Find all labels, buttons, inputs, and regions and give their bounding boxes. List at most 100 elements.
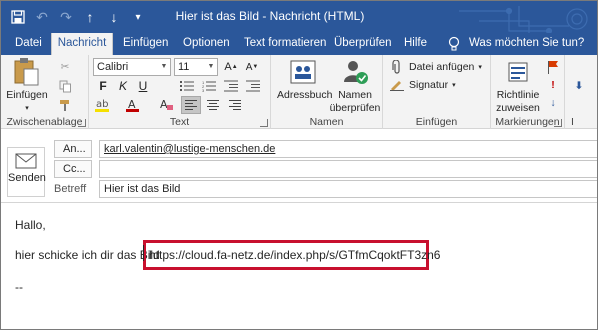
tab-hilfe[interactable]: Hilfe: [402, 33, 429, 55]
align-right-button[interactable]: [225, 96, 245, 114]
tab-ueberpruefen[interactable]: Überprüfen: [332, 33, 394, 55]
tags-group: Richtlinie zuweisen ! ↓ Markierungen: [491, 55, 565, 129]
tab-optionen[interactable]: Optionen: [181, 33, 232, 55]
tab-nachricht[interactable]: Nachricht: [51, 33, 113, 55]
chevron-down-icon: ▾: [25, 105, 29, 112]
paste-button[interactable]: Einfügen ▾: [5, 57, 49, 115]
message-body[interactable]: Hallo, hier schicke ich dir das Bild htt…: [1, 204, 597, 329]
grow-font-button[interactable]: A ▲: [221, 58, 241, 76]
text-group-label: Text: [169, 116, 190, 128]
assign-policy-button[interactable]: Richtlinie zuweisen: [495, 57, 541, 115]
to-button[interactable]: An...: [54, 140, 92, 158]
overflow-group: ⬇ I: [565, 55, 597, 129]
tags-launcher[interactable]: [554, 119, 562, 127]
subject-label: Betreff: [54, 183, 87, 195]
tab-einfuegen[interactable]: Einfügen: [121, 33, 170, 55]
low-importance-button[interactable]: ↓: [545, 94, 565, 112]
clear-formatting-button[interactable]: A: [157, 96, 177, 114]
scissors-icon: ✂: [60, 61, 70, 73]
align-center-button[interactable]: [203, 96, 223, 114]
chevron-down-icon: ▼: [207, 63, 215, 70]
to-field[interactable]: karl.valentin@lustige-menschen.de: [99, 140, 597, 158]
cc-field[interactable]: [99, 160, 597, 178]
more-icon: ⬇: [574, 80, 584, 92]
names-group: Adressbuch Namen überprüfen Namen: [271, 55, 383, 129]
title-bar: ↶ ↷ ↑ ↓ ▾ Hier ist das Bild - Nachricht …: [1, 1, 597, 47]
underline-button[interactable]: U: [133, 77, 153, 95]
eraser-icon: A: [160, 98, 173, 111]
text-launcher[interactable]: [260, 119, 268, 127]
svg-text:A: A: [160, 98, 168, 111]
address-book-icon: [287, 57, 319, 87]
align-left-button[interactable]: [181, 96, 201, 114]
overflow-group-label: I: [571, 116, 574, 128]
high-importance-button[interactable]: !: [545, 76, 565, 94]
bullets-button[interactable]: [177, 77, 197, 95]
bold-button[interactable]: F: [93, 77, 113, 95]
text-cursor: [143, 245, 144, 261]
down-arrow-icon: ↓: [550, 97, 556, 109]
attach-file-button[interactable]: Datei anfügen ▾: [389, 58, 482, 76]
font-color-button[interactable]: A: [123, 96, 143, 114]
font-name-combo[interactable]: Calibri ▼: [93, 58, 171, 76]
flag-icon: [545, 59, 561, 75]
greeting-text: Hallo,: [15, 218, 46, 232]
font-size-combo[interactable]: 11 ▼: [174, 58, 218, 76]
paste-icon: [11, 57, 43, 87]
overflow-button[interactable]: ⬇: [571, 77, 591, 95]
font-color-icon: A: [126, 98, 139, 112]
align-right-icon: [229, 99, 241, 110]
highlighter-icon: ab: [95, 99, 109, 112]
bullet-list-icon: [180, 81, 194, 91]
send-button[interactable]: Senden: [7, 147, 46, 197]
align-left-icon: [185, 99, 197, 110]
cut-button[interactable]: ✂: [57, 58, 77, 76]
format-painter-button[interactable]: [57, 96, 77, 114]
lightbulb-icon: [448, 36, 460, 51]
increase-indent-button[interactable]: [243, 77, 263, 95]
highlight-button[interactable]: ab: [93, 96, 113, 114]
clipboard-launcher[interactable]: [78, 119, 86, 127]
tell-me-search[interactable]: Was möchten Sie tun?: [467, 33, 586, 55]
chevron-down-icon: ▼: [160, 63, 168, 70]
follow-up-button[interactable]: [545, 58, 565, 76]
shrink-font-button[interactable]: A ▼: [242, 58, 262, 76]
paintbrush-icon: [57, 97, 73, 113]
include-group-label: Einfügen: [415, 116, 458, 128]
svg-text:3: 3: [202, 88, 205, 92]
body-sentence: hier schicke ich dir das Bild: [15, 248, 160, 262]
indent-icon: [246, 80, 260, 92]
include-group: Datei anfügen ▾ Signatur ▾ Einfügen: [383, 55, 491, 129]
align-center-icon: [207, 99, 219, 110]
numbered-list-icon: 123: [202, 80, 216, 92]
copy-icon: [57, 78, 73, 94]
cc-button[interactable]: Cc...: [54, 160, 92, 178]
numbering-button[interactable]: 123: [199, 77, 219, 95]
check-names-button[interactable]: Namen überprüfen: [329, 57, 381, 115]
subject-field[interactable]: Hier ist das Bild: [99, 180, 597, 198]
decrease-indent-button[interactable]: [221, 77, 241, 95]
send-icon: [15, 152, 37, 170]
tab-text-formatieren[interactable]: Text formatieren: [242, 33, 328, 55]
policy-icon: [502, 57, 534, 87]
clipboard-group-label: Zwischenablage: [6, 116, 83, 128]
signature-separator: --: [15, 280, 23, 294]
ribbon-tabs: Datei Nachricht Einfügen Optionen Text f…: [1, 33, 597, 55]
svg-text:ab: ab: [96, 99, 108, 110]
paperclip-icon: [389, 59, 405, 75]
italic-button[interactable]: K: [113, 77, 133, 95]
text-group: Calibri ▼ 11 ▼ A ▲ A ▼ F K U 123 ab A A …: [89, 55, 271, 129]
message-header: Senden An... karl.valentin@lustige-mensc…: [1, 129, 597, 203]
ribbon: Einfügen ▾ ✂ Zwischenablage Calibri ▼ 11…: [1, 55, 597, 129]
chevron-down-icon: ▾: [452, 82, 456, 89]
outdent-icon: [224, 80, 238, 92]
signature-button[interactable]: Signatur ▾: [389, 76, 456, 94]
copy-button[interactable]: [57, 77, 77, 95]
tab-datei[interactable]: Datei: [13, 33, 44, 55]
addressbook-button[interactable]: Adressbuch: [277, 57, 332, 102]
clipboard-group: Einfügen ▾ ✂ Zwischenablage: [1, 55, 89, 129]
share-link[interactable]: https://cloud.fa-netz.de/index.php/s/GTf…: [149, 248, 440, 262]
outlook-message-window: ↶ ↷ ↑ ↓ ▾ Hier ist das Bild - Nachricht …: [0, 0, 598, 330]
signature-icon: [389, 77, 405, 93]
chevron-down-icon: ▾: [478, 64, 482, 71]
